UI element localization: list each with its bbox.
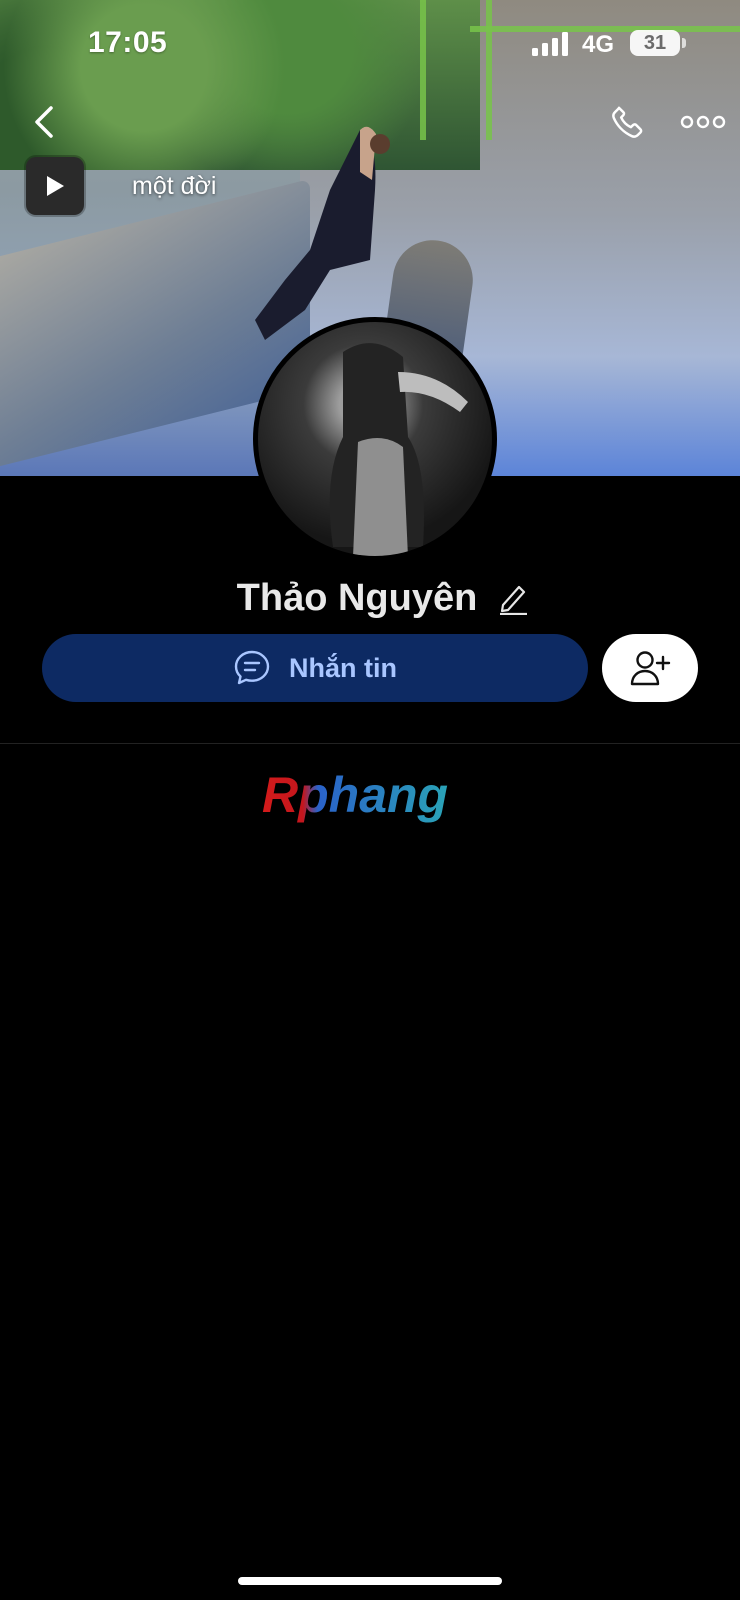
battery-level: 31 — [630, 30, 680, 56]
play-icon — [47, 176, 64, 196]
pencil-icon — [500, 585, 528, 615]
profile-name: Thảo Nguyên — [236, 576, 478, 619]
watermark-text: Rphang — [262, 767, 448, 823]
network-type: 4G — [582, 31, 615, 58]
phone-icon — [612, 106, 643, 138]
section-divider — [0, 743, 740, 744]
add-user-icon — [630, 651, 671, 686]
cover-person — [255, 126, 390, 340]
profile-music[interactable]: một đời — [26, 156, 216, 216]
status-time: 17:05 — [88, 26, 168, 59]
battery-icon — [682, 38, 686, 48]
message-button[interactable]: Nhắn tin — [42, 634, 588, 702]
watermark-logo: Rphang — [262, 767, 448, 823]
call-button[interactable] — [604, 98, 652, 146]
status-bar: 17:05 4G 31 — [0, 0, 740, 90]
avatar-photo — [329, 343, 468, 556]
chat-bubble-icon — [234, 650, 270, 685]
ellipsis-icon — [680, 115, 726, 129]
music-play-button[interactable] — [26, 157, 84, 215]
cellular-signal-icon — [532, 32, 568, 56]
edit-name-button[interactable] — [493, 578, 533, 618]
back-button[interactable] — [22, 100, 66, 144]
profile-name-row: Thảo Nguyên — [0, 574, 740, 622]
chevron-left-icon — [35, 106, 53, 138]
add-friend-button[interactable] — [602, 634, 698, 702]
message-button-label: Nhắn tin — [289, 652, 397, 683]
avatar[interactable] — [253, 317, 497, 561]
music-title: một đời — [132, 171, 217, 200]
home-indicator[interactable] — [238, 1577, 502, 1585]
more-options-button[interactable] — [676, 104, 730, 140]
